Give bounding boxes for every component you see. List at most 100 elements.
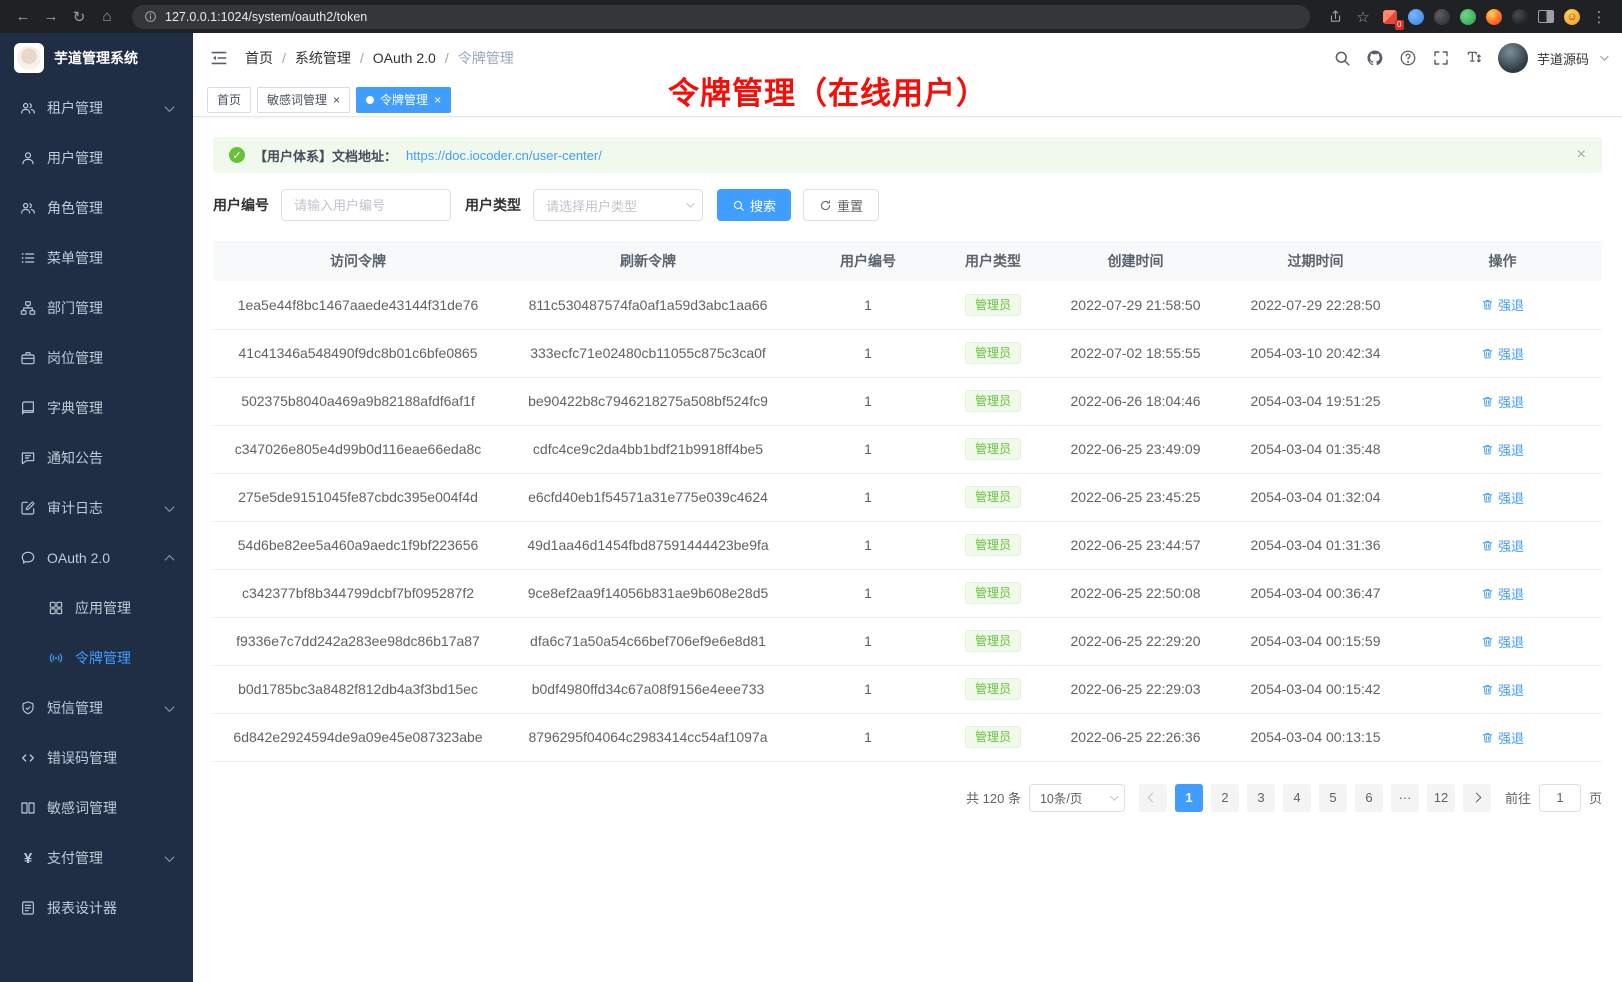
user-type-tag: 管理员 bbox=[965, 342, 1021, 364]
force-logout-button[interactable]: 强退 bbox=[1481, 488, 1524, 507]
user-type-cell: 管理员 bbox=[943, 665, 1043, 713]
pin-extension-icon[interactable] bbox=[1512, 9, 1528, 25]
sidebar-item-tenant[interactable]: 租户管理 bbox=[0, 83, 193, 133]
split-view-icon[interactable] bbox=[1538, 10, 1554, 23]
tab-home[interactable]: 首页 bbox=[207, 87, 251, 113]
menu-list-icon bbox=[20, 250, 36, 266]
force-logout-button[interactable]: 强退 bbox=[1481, 392, 1524, 411]
trash-icon bbox=[1481, 731, 1494, 744]
collapse-sidebar-icon[interactable] bbox=[209, 48, 229, 68]
force-logout-button[interactable]: 强退 bbox=[1481, 632, 1524, 651]
force-logout-button[interactable]: 强退 bbox=[1481, 728, 1524, 747]
extension-grid-icon[interactable]: 0 bbox=[1378, 5, 1402, 29]
close-icon[interactable]: × bbox=[1577, 146, 1586, 164]
green-extension-icon[interactable] bbox=[1460, 9, 1476, 25]
reload-button[interactable]: ↻ bbox=[66, 4, 92, 30]
search-icon[interactable] bbox=[1333, 49, 1351, 67]
search-button[interactable]: 搜索 bbox=[717, 189, 791, 221]
site-info-icon[interactable] bbox=[144, 10, 157, 23]
logo-image bbox=[14, 43, 44, 73]
goto-page-input[interactable] bbox=[1539, 784, 1581, 812]
help-icon[interactable] bbox=[1399, 49, 1417, 67]
sidebar-item-error-code[interactable]: 错误码管理 bbox=[0, 733, 193, 783]
user-type-select[interactable]: 请选择用户类型 bbox=[533, 189, 703, 221]
sidebar-item-dict[interactable]: 字典管理 bbox=[0, 383, 193, 433]
blue-extension-icon[interactable] bbox=[1408, 9, 1424, 25]
sidebar-item-dept[interactable]: 部门管理 bbox=[0, 283, 193, 333]
force-logout-button[interactable]: 强退 bbox=[1481, 344, 1524, 363]
tab-token-management[interactable]: 令牌管理 × bbox=[356, 87, 451, 113]
font-size-icon[interactable] bbox=[1465, 49, 1483, 67]
access-token-cell: 502375b8040a469a9b82188afdf6af1f bbox=[213, 377, 503, 425]
address-bar[interactable]: 127.0.0.1:1024/system/oauth2/token bbox=[132, 5, 1310, 29]
page-content: ✓ 【用户体系】文档地址： https://doc.iocoder.cn/use… bbox=[193, 117, 1622, 982]
sidebar-item-menu[interactable]: 菜单管理 bbox=[0, 233, 193, 283]
user-avatar[interactable] bbox=[1498, 43, 1528, 73]
doc-link[interactable]: https://doc.iocoder.cn/user-center/ bbox=[406, 148, 602, 163]
app-logo[interactable]: 芋道管理系统 bbox=[0, 33, 193, 83]
browser-menu-dots-icon[interactable]: ⋮ bbox=[1586, 4, 1612, 30]
fullscreen-icon[interactable] bbox=[1432, 49, 1450, 67]
sidebar-item-app-management[interactable]: 应用管理 bbox=[0, 583, 193, 633]
user-id-input[interactable] bbox=[281, 189, 451, 221]
page-button-1[interactable]: 1 bbox=[1175, 784, 1203, 812]
force-logout-button[interactable]: 强退 bbox=[1481, 584, 1524, 603]
page-button-3[interactable]: 3 bbox=[1247, 784, 1275, 812]
sidebar-item-post[interactable]: 岗位管理 bbox=[0, 333, 193, 383]
sidebar-item-payment[interactable]: ¥ 支付管理 bbox=[0, 833, 193, 883]
refresh-token-cell: be90422b8c7946218275a508bf524fc9 bbox=[503, 377, 793, 425]
chevron-down-icon[interactable] bbox=[1600, 52, 1608, 60]
tab-sensitive-words[interactable]: 敏感词管理 × bbox=[257, 87, 350, 113]
back-button[interactable]: ← bbox=[10, 4, 36, 30]
github-icon[interactable] bbox=[1366, 49, 1384, 67]
user-id-cell: 1 bbox=[793, 665, 943, 713]
sidebar-item-oauth[interactable]: OAuth 2.0 bbox=[0, 533, 193, 583]
sidebar-item-report-designer[interactable]: 报表设计器 bbox=[0, 883, 193, 933]
bookmark-star-icon[interactable]: ☆ bbox=[1350, 4, 1376, 30]
sidebar-item-audit-log[interactable]: 审计日志 bbox=[0, 483, 193, 533]
reset-button[interactable]: 重置 bbox=[803, 189, 879, 221]
share-icon[interactable] bbox=[1322, 4, 1348, 30]
breadcrumb-oauth[interactable]: OAuth 2.0 bbox=[373, 50, 436, 66]
sidebar-item-label: 短信管理 bbox=[47, 698, 166, 718]
sidebar-item-label: 令牌管理 bbox=[75, 648, 173, 668]
chevron-up-icon bbox=[165, 554, 175, 564]
more-pages-button[interactable]: ··· bbox=[1391, 784, 1419, 812]
sidebar-item-user[interactable]: 用户管理 bbox=[0, 133, 193, 183]
sidebar-item-notice[interactable]: 通知公告 bbox=[0, 433, 193, 483]
sidebar-item-sensitive-words[interactable]: 敏感词管理 bbox=[0, 783, 193, 833]
sidebar-item-token-management[interactable]: 令牌管理 bbox=[0, 633, 193, 683]
close-icon[interactable]: × bbox=[434, 94, 441, 106]
page-button-12[interactable]: 12 bbox=[1427, 784, 1455, 812]
sidebar-item-sms[interactable]: 短信管理 bbox=[0, 683, 193, 733]
close-icon[interactable]: × bbox=[333, 94, 340, 106]
breadcrumb-home[interactable]: 首页 bbox=[245, 48, 273, 68]
browser-profile-avatar[interactable]: ☺ bbox=[1564, 9, 1580, 25]
force-logout-button[interactable]: 强退 bbox=[1481, 295, 1524, 314]
col-refresh-token: 刷新令牌 bbox=[503, 241, 793, 281]
created-cell: 2022-07-02 18:55:55 bbox=[1043, 329, 1228, 377]
page-size-select[interactable]: 10条/页 bbox=[1029, 784, 1125, 812]
page-button-6[interactable]: 6 bbox=[1355, 784, 1383, 812]
flame-extension-icon[interactable] bbox=[1486, 9, 1502, 25]
prev-page-button[interactable] bbox=[1139, 784, 1167, 812]
tab-label: 令牌管理 bbox=[380, 91, 428, 108]
actions-cell: 强退 bbox=[1403, 473, 1602, 521]
next-page-button[interactable] bbox=[1463, 784, 1491, 812]
dark-extension-icon[interactable] bbox=[1434, 9, 1450, 25]
actions-cell: 强退 bbox=[1403, 569, 1602, 617]
force-logout-button[interactable]: 强退 bbox=[1481, 440, 1524, 459]
page-button-2[interactable]: 2 bbox=[1211, 784, 1239, 812]
force-logout-button[interactable]: 强退 bbox=[1481, 680, 1524, 699]
page-button-5[interactable]: 5 bbox=[1319, 784, 1347, 812]
home-button[interactable]: ⌂ bbox=[94, 4, 120, 30]
forward-button[interactable]: → bbox=[38, 4, 64, 30]
page-button-4[interactable]: 4 bbox=[1283, 784, 1311, 812]
user-name[interactable]: 芋道源码 bbox=[1537, 49, 1589, 68]
force-logout-button[interactable]: 强退 bbox=[1481, 536, 1524, 555]
user-type-cell: 管理员 bbox=[943, 521, 1043, 569]
created-cell: 2022-06-25 22:50:08 bbox=[1043, 569, 1228, 617]
created-cell: 2022-06-25 23:49:09 bbox=[1043, 425, 1228, 473]
sidebar-item-role[interactable]: 角色管理 bbox=[0, 183, 193, 233]
breadcrumb-system[interactable]: 系统管理 bbox=[295, 48, 351, 68]
